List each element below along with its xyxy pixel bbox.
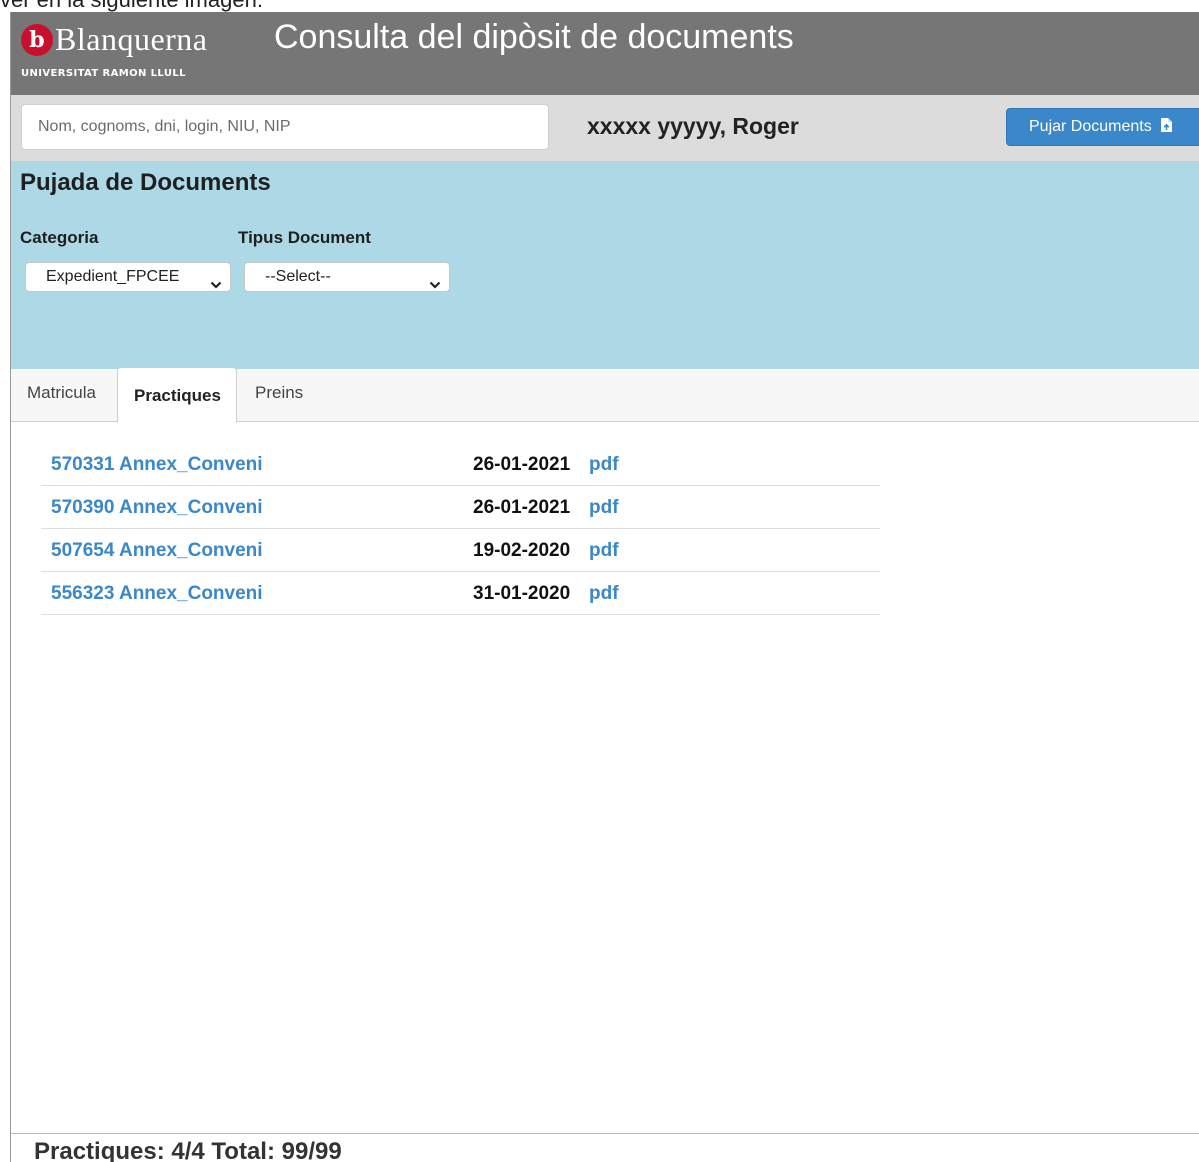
- document-list: 570331 Annex_Conveni 26-01-2021 pdf 5703…: [41, 443, 880, 615]
- doc-type-label: Tipus Document: [238, 228, 371, 247]
- user-name: xxxxx yyyyy, Roger: [587, 113, 799, 139]
- document-date: 26-01-2021: [473, 497, 571, 518]
- tab-matricula[interactable]: Matricula: [11, 369, 112, 422]
- status-footer: Practiques: 4/4 Total: 99/99: [11, 1133, 1199, 1162]
- search-bar: xxxxx yyyyy, Roger Pujar Documents: [11, 95, 1199, 161]
- document-pdf-link[interactable]: pdf: [589, 540, 619, 562]
- document-pdf-link[interactable]: pdf: [589, 454, 619, 476]
- doc-type-selected-value: --Select--: [265, 268, 331, 285]
- category-label: Categoria: [20, 228, 99, 247]
- tab-preins[interactable]: Preins: [239, 369, 319, 422]
- category-selected-value: Expedient_FPCEE: [46, 268, 180, 285]
- upload-button-label: Pujar Documents: [1029, 117, 1152, 135]
- brand-mark-icon: b: [21, 24, 53, 56]
- chevron-down-icon: [429, 272, 441, 300]
- app-window: b Blanquerna UNIVERSITAT RAMON LLULL Con…: [10, 12, 1199, 1162]
- page-caption: ver en la siguiente imagen:: [0, 0, 1199, 12]
- list-item: 570331 Annex_Conveni 26-01-2021 pdf: [41, 443, 880, 486]
- brand-logo: b Blanquerna UNIVERSITAT RAMON LLULL: [21, 21, 251, 88]
- upload-documents-button[interactable]: Pujar Documents: [1006, 108, 1199, 146]
- document-pdf-link[interactable]: pdf: [589, 497, 619, 519]
- category-select[interactable]: Expedient_FPCEE: [25, 262, 231, 292]
- header-bar: b Blanquerna UNIVERSITAT RAMON LLULL Con…: [11, 12, 1199, 95]
- search-input[interactable]: [21, 104, 549, 150]
- upload-panel: Pujada de Documents Categoria Expedient_…: [11, 161, 1199, 369]
- document-date: 19-02-2020: [473, 540, 571, 561]
- document-date: 26-01-2021: [473, 454, 571, 475]
- list-item: 570390 Annex_Conveni 26-01-2021 pdf: [41, 486, 880, 529]
- doc-type-select[interactable]: --Select--: [244, 262, 450, 292]
- chevron-down-icon: [210, 272, 222, 300]
- brand-subtitle: UNIVERSITAT RAMON LLULL: [21, 68, 186, 79]
- list-item: 507654 Annex_Conveni 19-02-2020 pdf: [41, 529, 880, 572]
- document-pdf-link[interactable]: pdf: [589, 583, 619, 605]
- document-link[interactable]: 570331 Annex_Conveni: [51, 454, 263, 476]
- document-date: 31-01-2020: [473, 583, 571, 604]
- document-count-summary: Practiques: 4/4 Total: 99/99: [34, 1138, 342, 1162]
- caption-text: ver en la siguiente imagen:: [0, 0, 263, 12]
- list-item: 556323 Annex_Conveni 31-01-2020 pdf: [41, 572, 880, 615]
- tab-practiques[interactable]: Practiques: [117, 367, 237, 423]
- document-link[interactable]: 556323 Annex_Conveni: [51, 583, 263, 605]
- brand-name: Blanquerna: [55, 21, 208, 57]
- page-title: Consulta del dipòsit de documents: [274, 18, 794, 56]
- document-link[interactable]: 507654 Annex_Conveni: [51, 540, 263, 562]
- tabs-bar: Matricula Practiques Preins: [11, 367, 1199, 423]
- file-upload-icon: [1160, 117, 1173, 138]
- panel-title: Pujada de Documents: [20, 169, 271, 196]
- document-link[interactable]: 570390 Annex_Conveni: [51, 497, 263, 519]
